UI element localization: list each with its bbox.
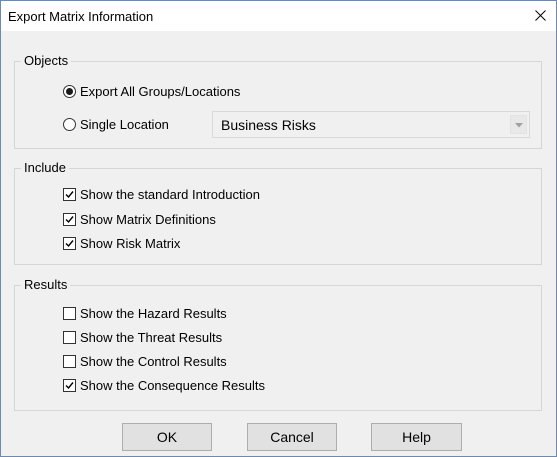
risk-matrix-checkbox[interactable] [63, 236, 76, 250]
single-location-radio[interactable] [63, 117, 76, 131]
objects-group: Objects Export All Groups/Locations Sing… [14, 53, 542, 149]
title-bar: Export Matrix Information [1, 1, 556, 31]
window-title: Export Matrix Information [8, 9, 154, 24]
export-matrix-dialog: Export Matrix Information Objects Export… [0, 0, 557, 457]
single-location-radio-option[interactable]: Single Location [63, 115, 169, 133]
export-all-label: Export All Groups/Locations [80, 83, 241, 99]
ok-button[interactable]: OK [122, 423, 212, 451]
checkmark-icon [65, 190, 74, 198]
checkmark-icon [65, 381, 74, 389]
radio-selected-dot [66, 87, 73, 95]
results-group: Results Show the Hazard Results Show the… [14, 277, 542, 411]
objects-group-title: Objects [21, 53, 72, 69]
results-option-hazard[interactable]: Show the Hazard Results [63, 304, 227, 322]
location-dropdown[interactable]: Business Risks [212, 111, 530, 138]
threat-results-label: Show the Threat Results [80, 329, 223, 345]
checkmark-icon [65, 215, 74, 223]
export-all-radio[interactable] [63, 84, 76, 98]
cancel-button[interactable]: Cancel [247, 423, 337, 451]
include-option-risk-matrix[interactable]: Show Risk Matrix [63, 234, 180, 252]
include-option-introduction[interactable]: Show the standard Introduction [63, 185, 260, 203]
include-group-title: Include [21, 160, 69, 176]
control-results-label: Show the Control Results [80, 353, 227, 369]
results-option-threat[interactable]: Show the Threat Results [63, 328, 222, 346]
close-icon [535, 10, 546, 21]
introduction-checkbox[interactable] [63, 187, 76, 201]
help-button[interactable]: Help [371, 423, 462, 451]
checkmark-icon [65, 239, 74, 247]
single-location-label: Single Location [80, 116, 169, 132]
control-results-checkbox[interactable] [63, 354, 76, 368]
consequence-results-checkbox[interactable] [63, 378, 76, 392]
results-option-control[interactable]: Show the Control Results [63, 352, 227, 370]
include-group: Include Show the standard Introduction S… [14, 160, 542, 265]
matrix-definitions-label: Show Matrix Definitions [80, 211, 216, 227]
consequence-results-label: Show the Consequence Results [80, 377, 266, 393]
chevron-down-icon [515, 123, 523, 128]
introduction-label: Show the standard Introduction [80, 186, 260, 202]
matrix-definitions-checkbox[interactable] [63, 212, 76, 226]
include-option-matrix-definitions[interactable]: Show Matrix Definitions [63, 210, 216, 228]
close-button[interactable] [522, 1, 556, 31]
results-option-consequence[interactable]: Show the Consequence Results [63, 376, 265, 394]
threat-results-checkbox[interactable] [63, 330, 76, 344]
hazard-results-label: Show the Hazard Results [80, 305, 227, 321]
location-dropdown-button[interactable] [510, 115, 527, 134]
location-dropdown-value: Business Risks [221, 117, 316, 133]
export-all-radio-option[interactable]: Export All Groups/Locations [63, 82, 240, 100]
hazard-results-checkbox[interactable] [63, 306, 76, 320]
risk-matrix-label: Show Risk Matrix [80, 235, 181, 251]
results-group-title: Results [21, 277, 71, 293]
